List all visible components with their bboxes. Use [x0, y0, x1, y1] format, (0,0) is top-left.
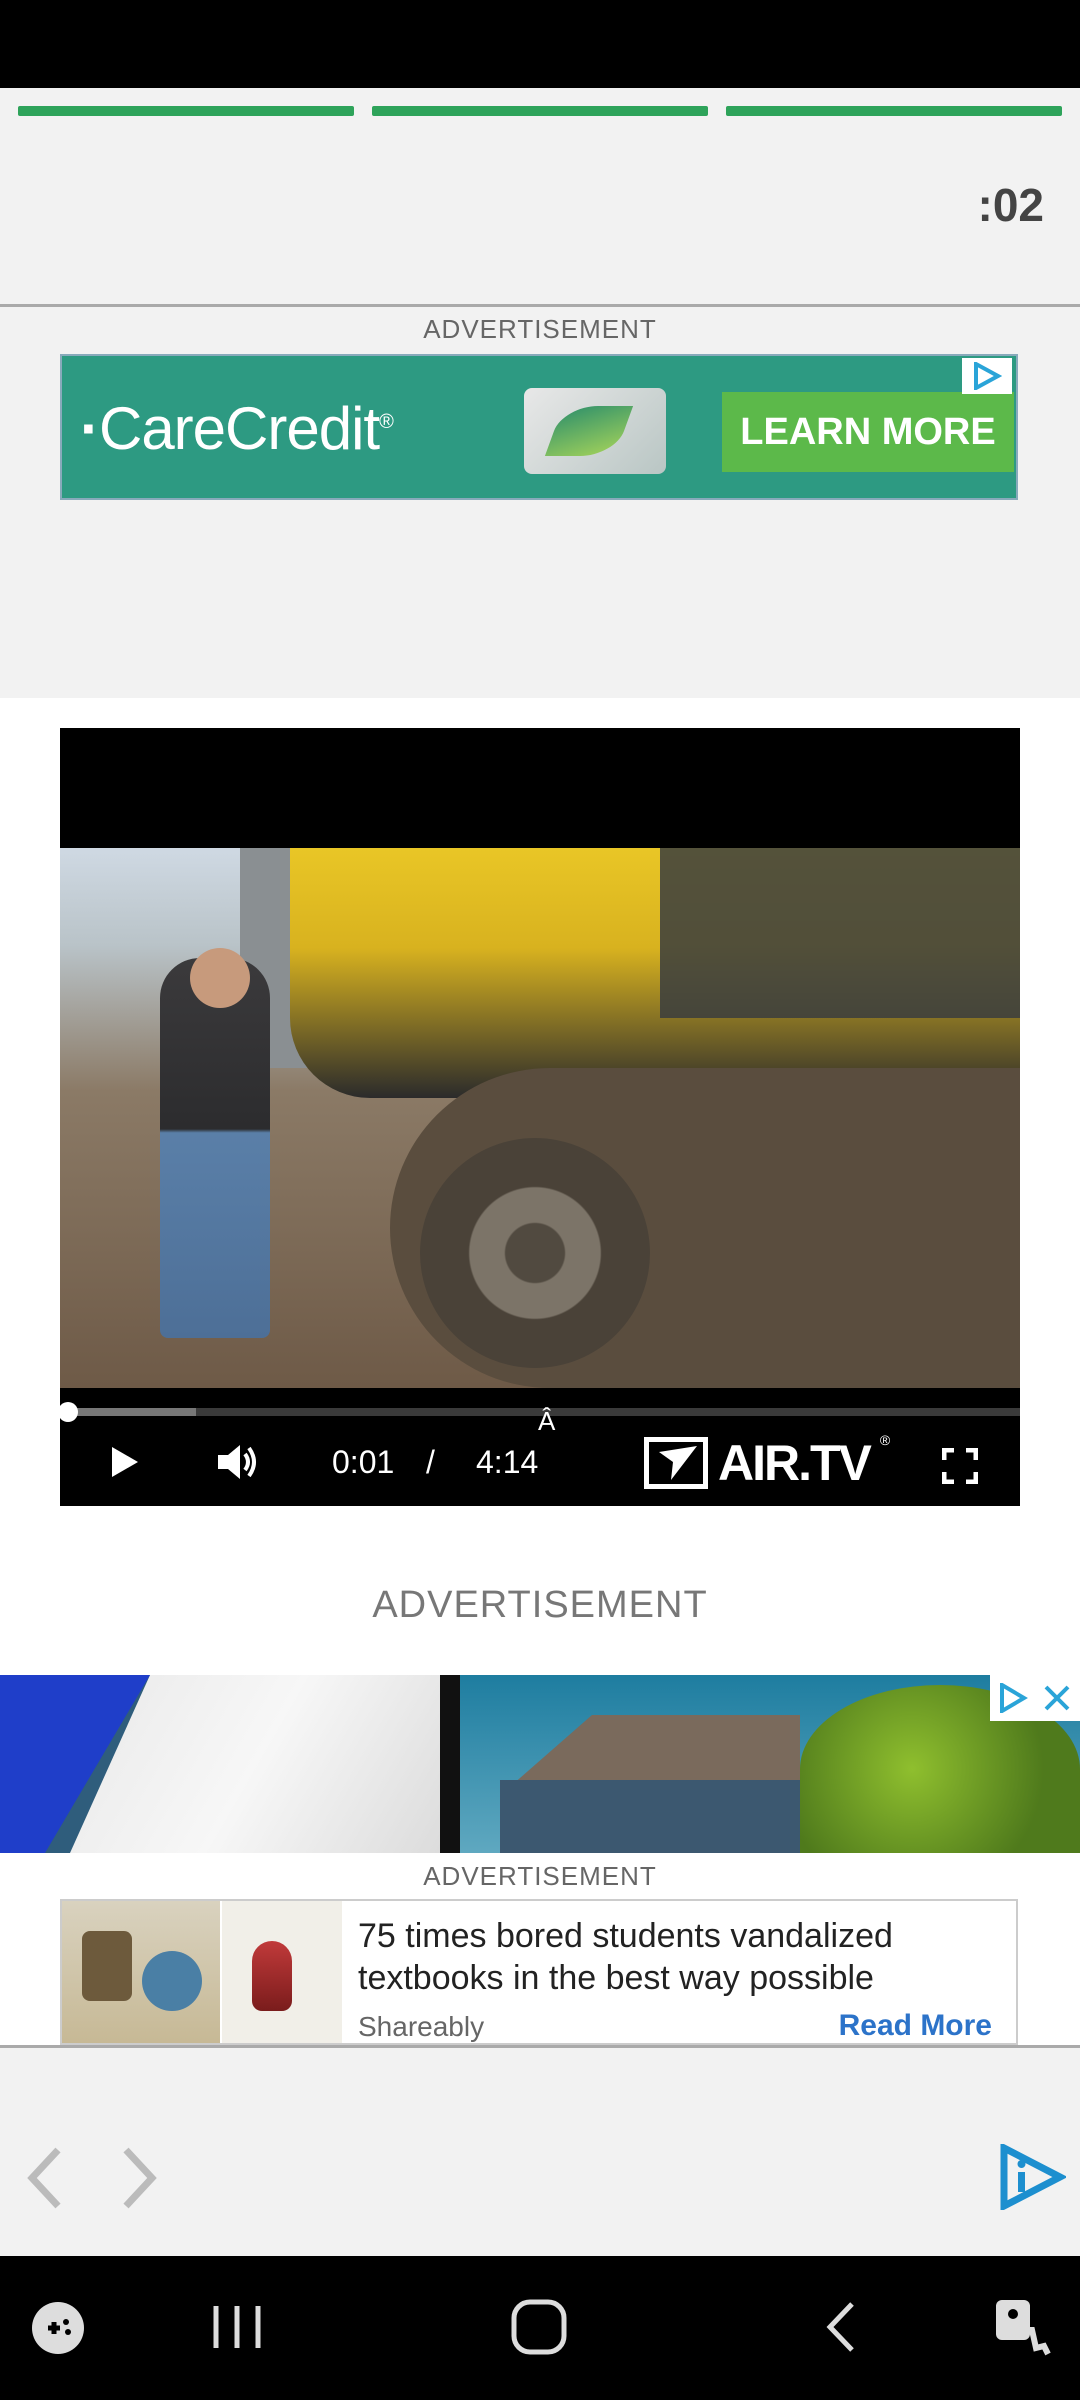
- credit-card-image: [524, 388, 666, 474]
- ad-label: ADVERTISEMENT: [423, 1861, 657, 1891]
- ad-headline[interactable]: 75 times bored students vandalized textb…: [358, 1915, 998, 1999]
- stray-character: Â: [538, 1406, 556, 1436]
- textbook-image-1: [62, 1901, 220, 2043]
- buffered-bar: [60, 1408, 196, 1416]
- chevron-right-icon[interactable]: [120, 2146, 160, 2210]
- adchoices-logo-icon[interactable]: [996, 2144, 1066, 2210]
- game-launcher-icon[interactable]: [30, 2300, 86, 2356]
- adchoices-icon[interactable]: [962, 358, 1012, 394]
- countdown-timer: :02: [977, 179, 1044, 231]
- status-bar: [0, 0, 1080, 88]
- airtv-logo[interactable]: AIR.TV ®: [644, 1432, 890, 1494]
- carecredit-banner-ad[interactable]: ·CareCredit® LEARN MORE: [60, 354, 1018, 500]
- time-separator: /: [426, 1444, 435, 1480]
- carecredit-logo: ·CareCredit®: [80, 395, 394, 462]
- ad-label: ADVERTISEMENT: [423, 314, 657, 344]
- ad-controls: [990, 1675, 1080, 1721]
- native-ad[interactable]: 75 times bored students vandalized textb…: [60, 1899, 1018, 2045]
- video-player[interactable]: 0:01 / 4:14 Â AIR.TV ®: [58, 728, 1020, 1506]
- fullscreen-icon[interactable]: [942, 1448, 978, 1484]
- divider: [0, 304, 1080, 307]
- adchoices-icon[interactable]: [998, 1683, 1028, 1713]
- airtv-logo-icon: [644, 1437, 708, 1489]
- accessibility-icon[interactable]: [992, 2296, 1052, 2358]
- close-icon[interactable]: [1042, 1683, 1072, 1713]
- progress-segment: [372, 106, 708, 116]
- volume-icon[interactable]: [216, 1442, 260, 1482]
- airtv-brand-text: AIR.TV: [718, 1435, 872, 1491]
- recents-icon[interactable]: [210, 2302, 264, 2352]
- read-more-link[interactable]: Read More: [839, 2009, 992, 2043]
- registered-mark: ®: [879, 1432, 891, 1448]
- story-progress: [18, 106, 1062, 116]
- ad-source: Shareably: [358, 2011, 485, 2042]
- play-icon[interactable]: [106, 1444, 142, 1480]
- chevron-left-icon[interactable]: [24, 2146, 64, 2210]
- textbook-image-2: [222, 1901, 342, 2043]
- home-icon[interactable]: [510, 2298, 568, 2356]
- back-icon[interactable]: [822, 2300, 858, 2354]
- video-frame: [60, 848, 1020, 1388]
- ad-label: ADVERTISEMENT: [372, 1584, 708, 1626]
- current-time: 0:01: [332, 1444, 395, 1480]
- story-navigation: [0, 2048, 1080, 2256]
- progress-segment: [18, 106, 354, 116]
- image-banner-ad[interactable]: [0, 1675, 1080, 1853]
- system-navigation-bar: [0, 2256, 1080, 2400]
- learn-more-button[interactable]: LEARN MORE: [722, 392, 1014, 472]
- progress-segment: [726, 106, 1062, 116]
- duration: 4:14: [476, 1444, 539, 1480]
- video-controls: 0:01 / 4:14 Â AIR.TV ®: [60, 1406, 1020, 1506]
